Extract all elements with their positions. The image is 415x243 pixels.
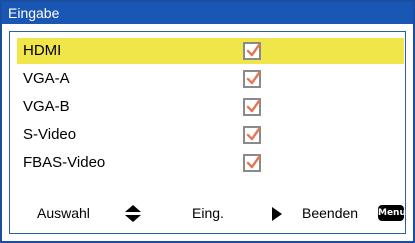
select-hint-label: Auswahl <box>37 205 90 221</box>
input-label: VGA-A <box>23 70 70 87</box>
input-label: HDMI <box>23 42 62 59</box>
input-label: VGA-B <box>23 98 70 115</box>
enter-hint-label: Eing. <box>192 205 224 221</box>
checkbox-vga-b[interactable] <box>243 98 261 116</box>
checkmark-icon <box>246 100 260 113</box>
checkbox-fbas-video[interactable] <box>243 154 261 172</box>
checkbox-s-video[interactable] <box>243 126 261 144</box>
input-row-fbas-video[interactable]: FBAS-Video <box>17 150 404 176</box>
menu-key-icon: Menu <box>378 205 406 221</box>
window-title: Eingabe <box>2 2 413 24</box>
right-arrow-icon <box>272 207 282 221</box>
checkbox-hdmi[interactable] <box>243 42 261 60</box>
key-hints-bar: Auswahl Eing. Beenden Menu <box>17 200 406 226</box>
input-list-panel: HDMI VGA-A VGA-B S-Video FBAS-Video Ausw… <box>9 31 406 234</box>
input-label: FBAS-Video <box>23 154 106 171</box>
checkmark-icon <box>246 72 260 85</box>
up-down-arrows-icon <box>125 205 141 222</box>
checkmark-icon <box>246 156 260 169</box>
checkbox-vga-a[interactable] <box>243 70 261 88</box>
input-row-vga-a[interactable]: VGA-A <box>17 66 404 92</box>
input-row-s-video[interactable]: S-Video <box>17 122 404 148</box>
input-row-hdmi[interactable]: HDMI <box>17 38 404 64</box>
exit-hint-label: Beenden <box>302 205 359 221</box>
input-row-vga-b[interactable]: VGA-B <box>17 94 404 120</box>
checkmark-icon <box>246 44 260 57</box>
osd-menu-window: Eingabe HDMI VGA-A VGA-B S-Video FBAS-Vi… <box>0 0 415 243</box>
input-label: S-Video <box>23 126 77 143</box>
checkmark-icon <box>246 128 260 141</box>
